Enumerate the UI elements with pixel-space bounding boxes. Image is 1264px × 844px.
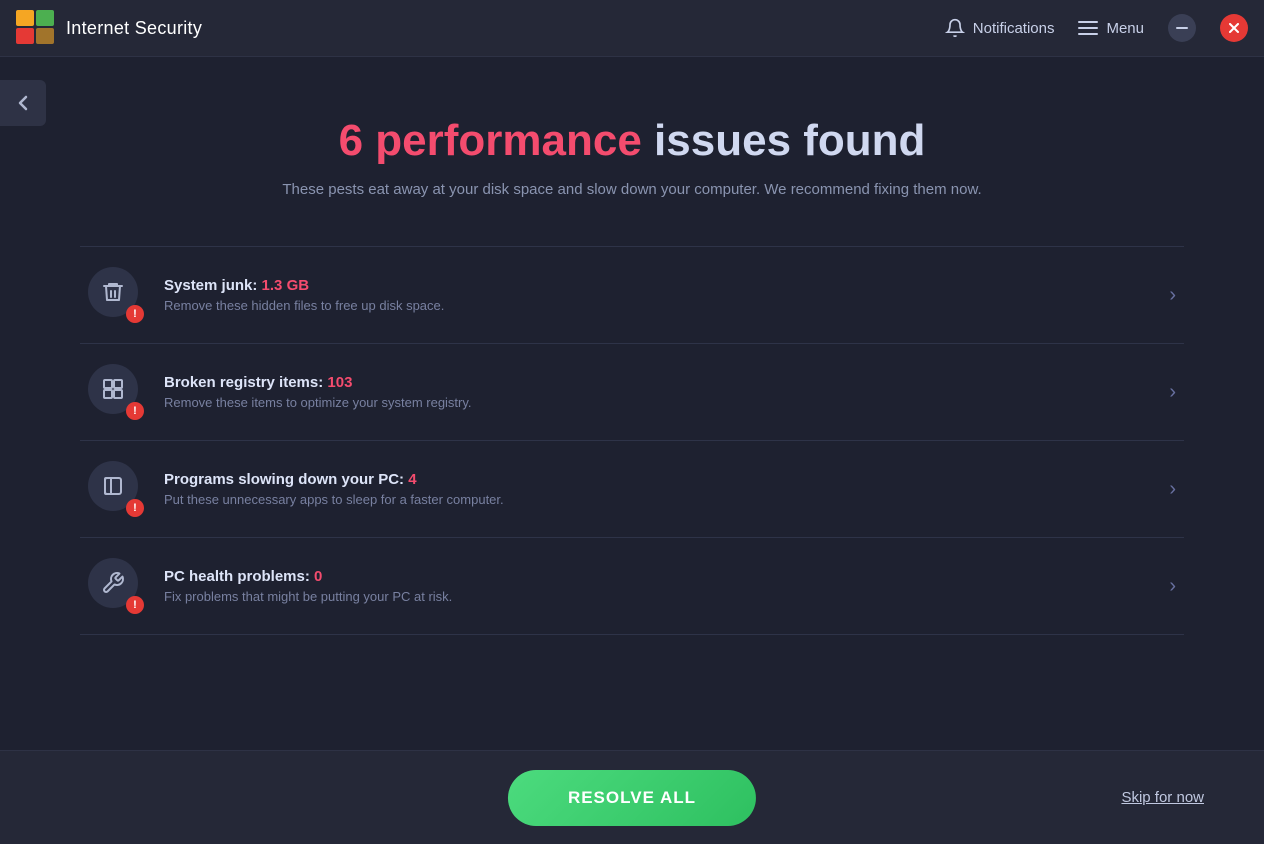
pc-health-desc: Fix problems that might be putting your … <box>164 589 1153 604</box>
pc-health-badge: ! <box>126 596 144 614</box>
trash-icon <box>101 280 125 304</box>
main-content: 6 performance issues found These pests e… <box>0 57 1264 635</box>
notifications-button[interactable]: Notifications <box>945 18 1055 38</box>
issue-item-pc-health[interactable]: ! PC health problems: 0 Fix problems tha… <box>80 538 1184 635</box>
slowing-programs-icon-wrap: ! <box>88 461 144 517</box>
slowing-programs-text: Programs slowing down your PC: 4 Put the… <box>164 471 1153 507</box>
system-junk-title: System junk: 1.3 GB <box>164 277 1153 294</box>
apps-icon <box>101 474 125 498</box>
issue-item-system-junk[interactable]: ! System junk: 1.3 GB Remove these hidde… <box>80 246 1184 344</box>
logo-block-green <box>36 10 54 26</box>
system-junk-chevron: › <box>1169 284 1176 307</box>
notifications-label: Notifications <box>973 20 1055 37</box>
pc-health-text: PC health problems: 0 Fix problems that … <box>164 568 1153 604</box>
system-junk-icon-wrap: ! <box>88 267 144 323</box>
issues-count: 6 <box>339 116 363 165</box>
issues-list: ! System junk: 1.3 GB Remove these hidde… <box>80 246 1184 635</box>
broken-registry-desc: Remove these items to optimize your syst… <box>164 395 1153 410</box>
footer-bar: RESOLVE ALL Skip for now <box>0 750 1264 844</box>
registry-icon <box>101 377 125 401</box>
slowing-programs-value: 4 <box>408 471 416 488</box>
app-title: Internet Security <box>66 18 202 39</box>
pc-health-value: 0 <box>314 568 322 585</box>
headline-rest: issues found <box>642 116 926 165</box>
slowing-programs-desc: Put these unnecessary apps to sleep for … <box>164 492 1153 507</box>
close-button[interactable] <box>1220 14 1248 42</box>
slowing-programs-label: Programs slowing down your PC: <box>164 471 404 488</box>
minimize-button[interactable] <box>1168 14 1196 42</box>
issue-item-broken-registry[interactable]: ! Broken registry items: 103 Remove thes… <box>80 344 1184 441</box>
system-junk-value: 1.3 GB <box>262 277 310 294</box>
skip-button[interactable]: Skip for now <box>1121 789 1204 806</box>
close-icon <box>1229 23 1239 33</box>
pc-health-icon-wrap: ! <box>88 558 144 614</box>
slowing-programs-chevron: › <box>1169 478 1176 501</box>
slowing-programs-title: Programs slowing down your PC: 4 <box>164 471 1153 488</box>
wrench-icon <box>101 571 125 595</box>
chevron-left-icon <box>18 95 28 111</box>
logo-block-orange <box>16 10 34 26</box>
titlebar: Internet Security Notifications Menu <box>0 0 1264 57</box>
pc-health-chevron: › <box>1169 575 1176 598</box>
pc-health-label: PC health problems: <box>164 568 310 585</box>
page-headline: 6 performance issues found <box>339 117 926 165</box>
broken-registry-value: 103 <box>327 374 352 391</box>
hamburger-icon <box>1078 21 1098 35</box>
menu-button[interactable]: Menu <box>1078 20 1144 37</box>
logo-block-orange2 <box>36 28 54 44</box>
sidebar-toggle[interactable] <box>0 80 46 126</box>
resolve-all-button[interactable]: RESOLVE ALL <box>508 770 756 826</box>
titlebar-right: Notifications Menu <box>945 14 1248 42</box>
bell-icon <box>945 18 965 38</box>
broken-registry-chevron: › <box>1169 381 1176 404</box>
broken-registry-label: Broken registry items: <box>164 374 323 391</box>
logo-block-red <box>16 28 34 44</box>
headline-subtitle: These pests eat away at your disk space … <box>282 181 981 198</box>
broken-registry-text: Broken registry items: 103 Remove these … <box>164 374 1153 410</box>
slowing-programs-badge: ! <box>126 499 144 517</box>
broken-registry-badge: ! <box>126 402 144 420</box>
issue-item-slowing-programs[interactable]: ! Programs slowing down your PC: 4 Put t… <box>80 441 1184 538</box>
broken-registry-title: Broken registry items: 103 <box>164 374 1153 391</box>
avg-logo <box>16 10 56 46</box>
titlebar-left: Internet Security <box>16 10 202 46</box>
system-junk-desc: Remove these hidden files to free up dis… <box>164 298 1153 313</box>
broken-registry-icon-wrap: ! <box>88 364 144 420</box>
system-junk-label: System junk: <box>164 277 257 294</box>
system-junk-text: System junk: 1.3 GB Remove these hidden … <box>164 277 1153 313</box>
pc-health-title: PC health problems: 0 <box>164 568 1153 585</box>
system-junk-badge: ! <box>126 305 144 323</box>
menu-label: Menu <box>1106 20 1144 37</box>
minimize-icon <box>1176 27 1188 29</box>
headline-performance: performance <box>363 116 642 165</box>
